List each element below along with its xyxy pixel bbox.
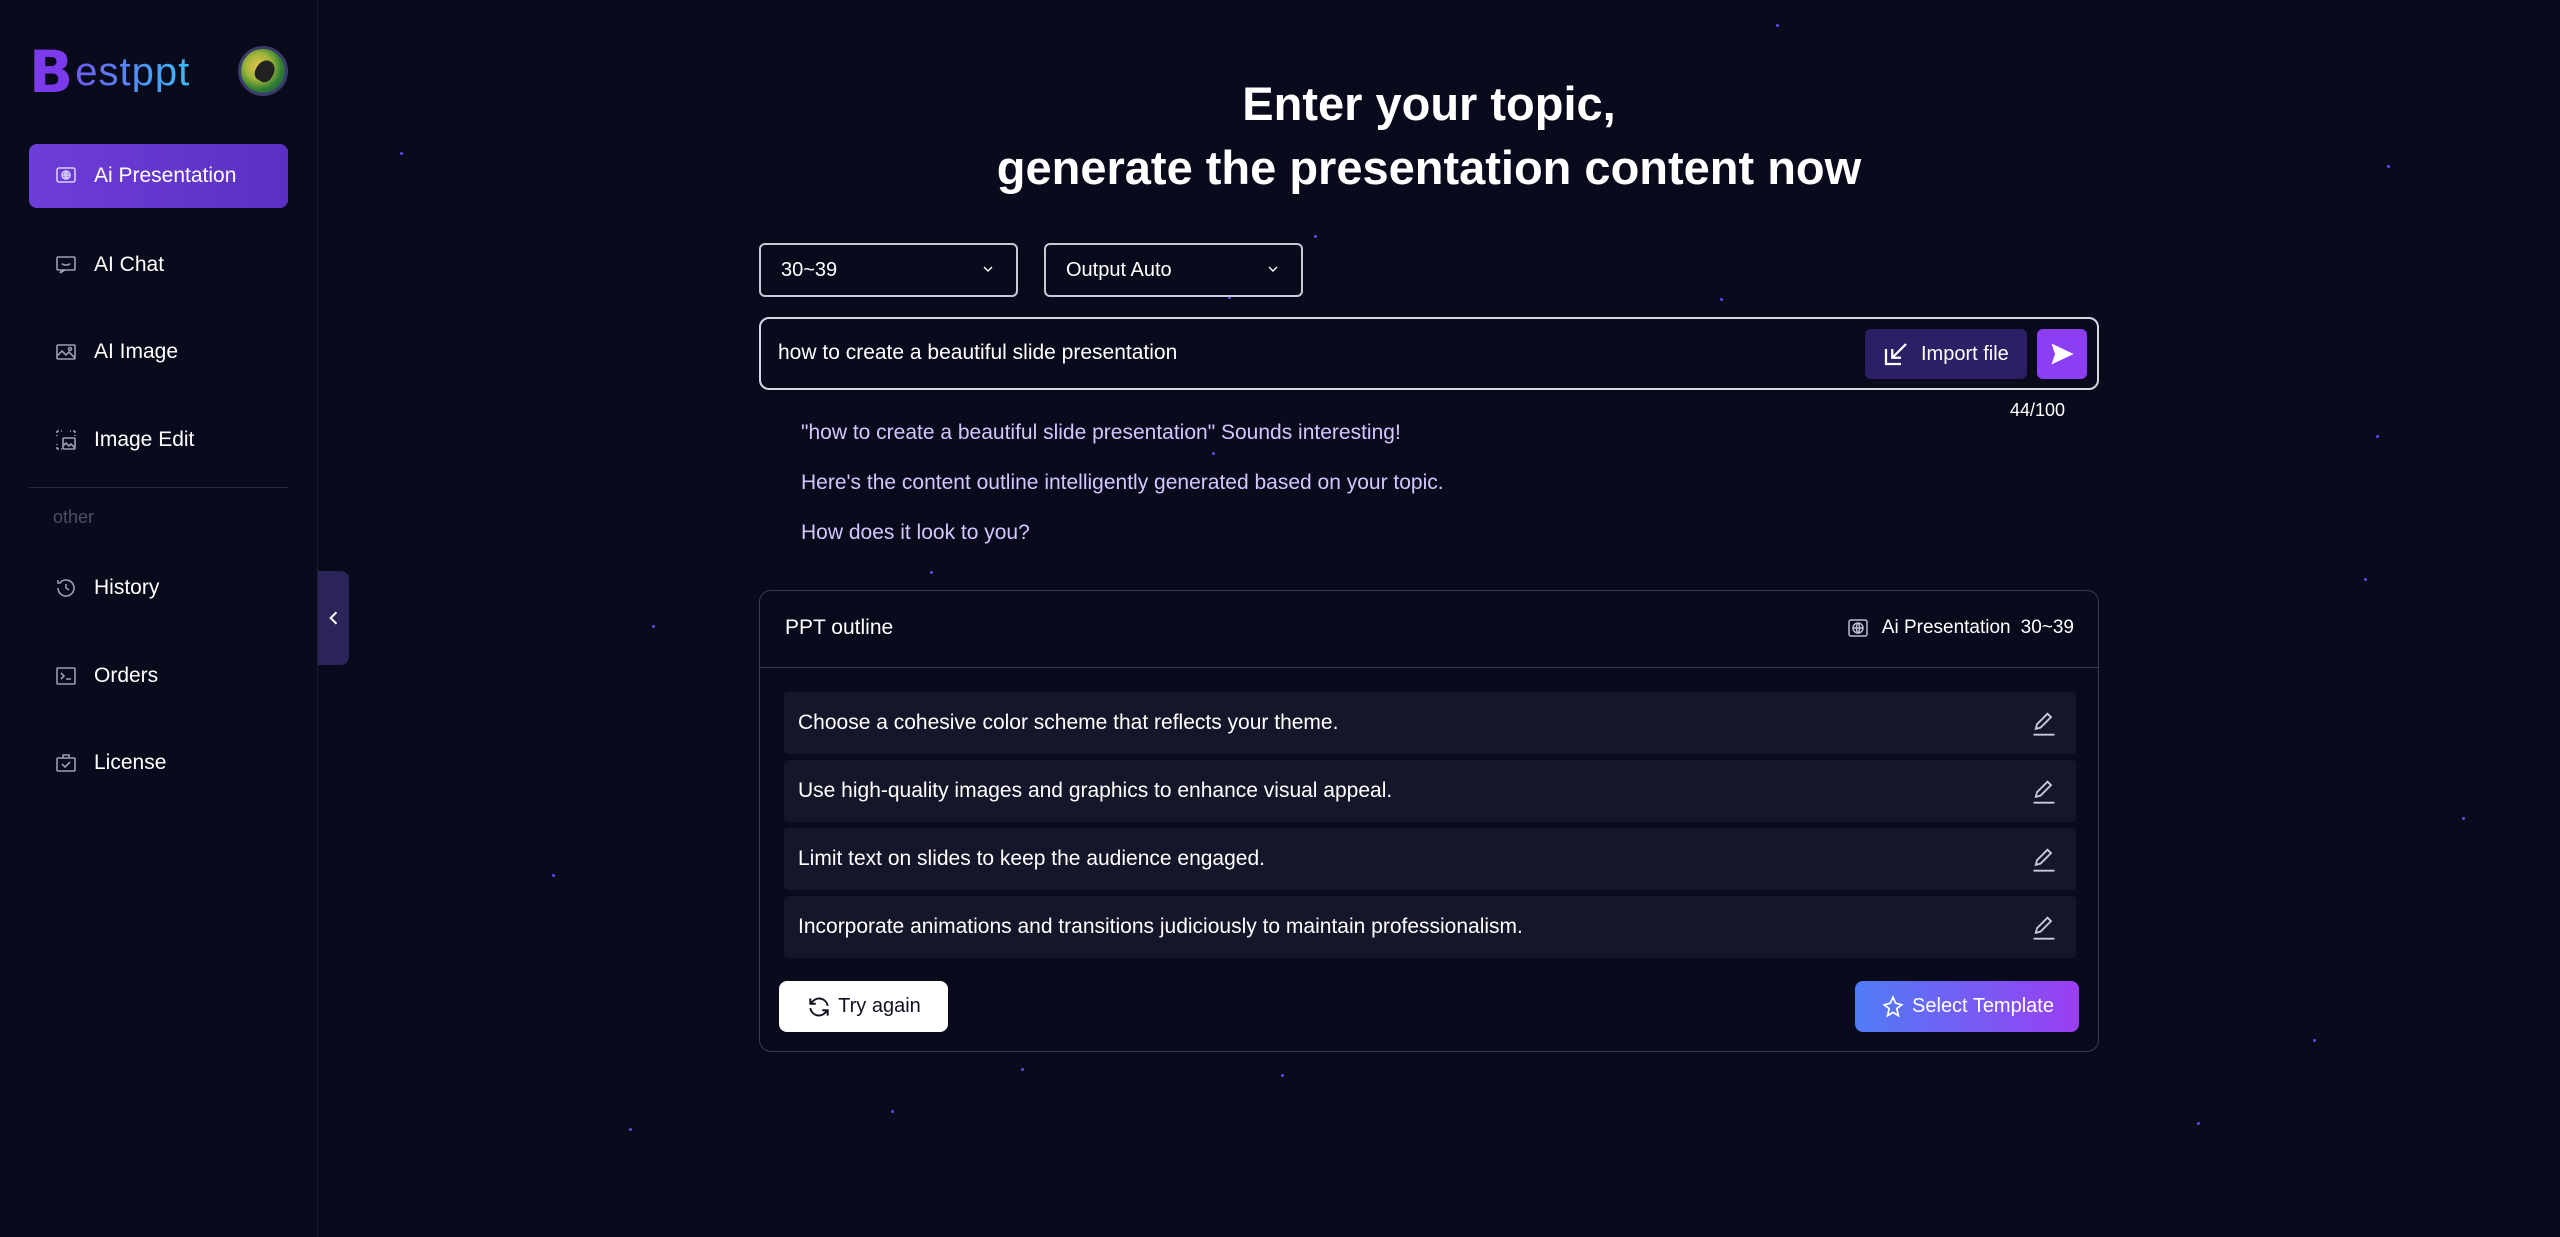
outline-item[interactable]: Use high-quality images and graphics to … xyxy=(784,760,2076,822)
sidebar-item-label: AI Image xyxy=(94,340,179,363)
send-icon xyxy=(2051,343,2074,365)
image-edit-icon xyxy=(54,428,78,452)
sparkle-icon xyxy=(1882,994,1904,1017)
chat-icon xyxy=(54,253,78,277)
send-button[interactable] xyxy=(2037,329,2087,379)
topic-input-value[interactable]: how to create a beautiful slide presenta… xyxy=(778,341,1177,365)
brand-logo[interactable]: B estppt xyxy=(29,38,191,106)
import-file-button[interactable]: Import file xyxy=(1865,329,2027,379)
page-count-value: 30~39 xyxy=(781,258,838,281)
page-headline: Enter your topic, generate the presentat… xyxy=(760,72,2098,200)
ai-message: "how to create a beautiful slide present… xyxy=(801,421,1401,444)
sidebar-item-label: Image Edit xyxy=(94,428,195,451)
chevron-down-icon xyxy=(983,266,993,272)
try-again-label: Try again xyxy=(838,995,921,1017)
sidebar-collapse-button[interactable] xyxy=(318,571,349,665)
headline-line-2: generate the presentation content now xyxy=(996,141,1862,194)
presentation-globe-icon xyxy=(54,164,78,188)
refresh-icon xyxy=(809,997,829,1016)
page-count-select[interactable]: 30~39 xyxy=(759,243,1018,297)
sidebar-item-orders[interactable]: Orders xyxy=(29,644,288,708)
edit-icon[interactable] xyxy=(2030,913,2058,941)
sidebar-item-label: History xyxy=(94,576,160,599)
outline-item-text[interactable]: Use high-quality images and graphics to … xyxy=(798,779,1392,803)
image-icon xyxy=(54,340,78,364)
output-mode-select[interactable]: Output Auto xyxy=(1044,243,1303,297)
outline-meta: Ai Presentation 30~39 xyxy=(1846,616,2074,640)
char-counter: 44/100 xyxy=(2010,400,2066,420)
sidebar-item-license[interactable]: License xyxy=(29,731,288,795)
sidebar-item-label: Ai Presentation xyxy=(94,164,237,187)
sidebar-item-label: Orders xyxy=(94,664,159,687)
sidebar-item-label: License xyxy=(94,751,167,774)
outline-item-text[interactable]: Incorporate animations and transitions j… xyxy=(798,915,1523,939)
logo-letter: B xyxy=(29,38,74,106)
chevron-left-icon xyxy=(328,611,337,625)
history-icon xyxy=(54,576,78,600)
outline-title: PPT outline xyxy=(785,616,894,639)
sidebar-item-ai-image[interactable]: AI Image xyxy=(29,320,288,384)
sidebar-item-ai-chat[interactable]: AI Chat xyxy=(29,233,288,297)
logo-text: estppt xyxy=(75,50,191,94)
outline-item-text[interactable]: Choose a cohesive color scheme that refl… xyxy=(798,711,1338,735)
headline-line-1: Enter your topic, xyxy=(1242,77,1616,130)
sidebar-item-ai-presentation[interactable]: Ai Presentation xyxy=(29,144,288,208)
topic-input[interactable]: how to create a beautiful slide presenta… xyxy=(759,317,2099,390)
terminal-icon xyxy=(54,664,78,688)
outline-item-text[interactable]: Limit text on slides to keep the audienc… xyxy=(798,847,1265,871)
sidebar-item-history[interactable]: History xyxy=(29,556,288,620)
edit-icon[interactable] xyxy=(2030,709,2058,737)
output-mode-value: Output Auto xyxy=(1066,258,1172,281)
import-file-label: Import file xyxy=(1921,342,2009,365)
outline-item[interactable]: Incorporate animations and transitions j… xyxy=(784,896,2076,958)
select-template-button[interactable]: Select Template xyxy=(1855,981,2079,1032)
sidebar-item-image-edit[interactable]: Image Edit xyxy=(29,408,288,472)
import-icon xyxy=(1884,343,1907,366)
sidebar-divider xyxy=(29,487,288,488)
sidebar-item-label: AI Chat xyxy=(94,253,165,276)
user-avatar[interactable] xyxy=(238,46,288,96)
ai-message: Here's the content outline intelligently… xyxy=(801,471,1444,494)
edit-icon[interactable] xyxy=(2030,777,2058,805)
edit-icon[interactable] xyxy=(2030,845,2058,873)
chevron-down-icon xyxy=(1268,266,1278,272)
ppt-outline-card: PPT outline Ai Presentation 30~39 Choose… xyxy=(759,590,2099,1052)
outline-header: PPT outline Ai Presentation 30~39 xyxy=(760,591,2098,668)
sidebar: B estppt Ai Presentation AI Chat AI Imag… xyxy=(0,0,318,1237)
outline-meta-pages: 30~39 xyxy=(2020,617,2074,638)
try-again-button[interactable]: Try again xyxy=(779,981,948,1032)
outline-item[interactable]: Limit text on slides to keep the audienc… xyxy=(784,828,2076,890)
sidebar-section-label: other xyxy=(53,507,95,527)
app-root: B estppt Ai Presentation AI Chat AI Imag… xyxy=(0,0,2560,1237)
presentation-globe-icon xyxy=(1848,619,1868,637)
outline-item[interactable]: Choose a cohesive color scheme that refl… xyxy=(784,692,2076,754)
outline-meta-label: Ai Presentation xyxy=(1881,617,2011,638)
license-icon xyxy=(54,751,78,775)
ai-message: How does it look to you? xyxy=(801,521,1030,544)
select-template-label: Select Template xyxy=(1912,995,2054,1017)
